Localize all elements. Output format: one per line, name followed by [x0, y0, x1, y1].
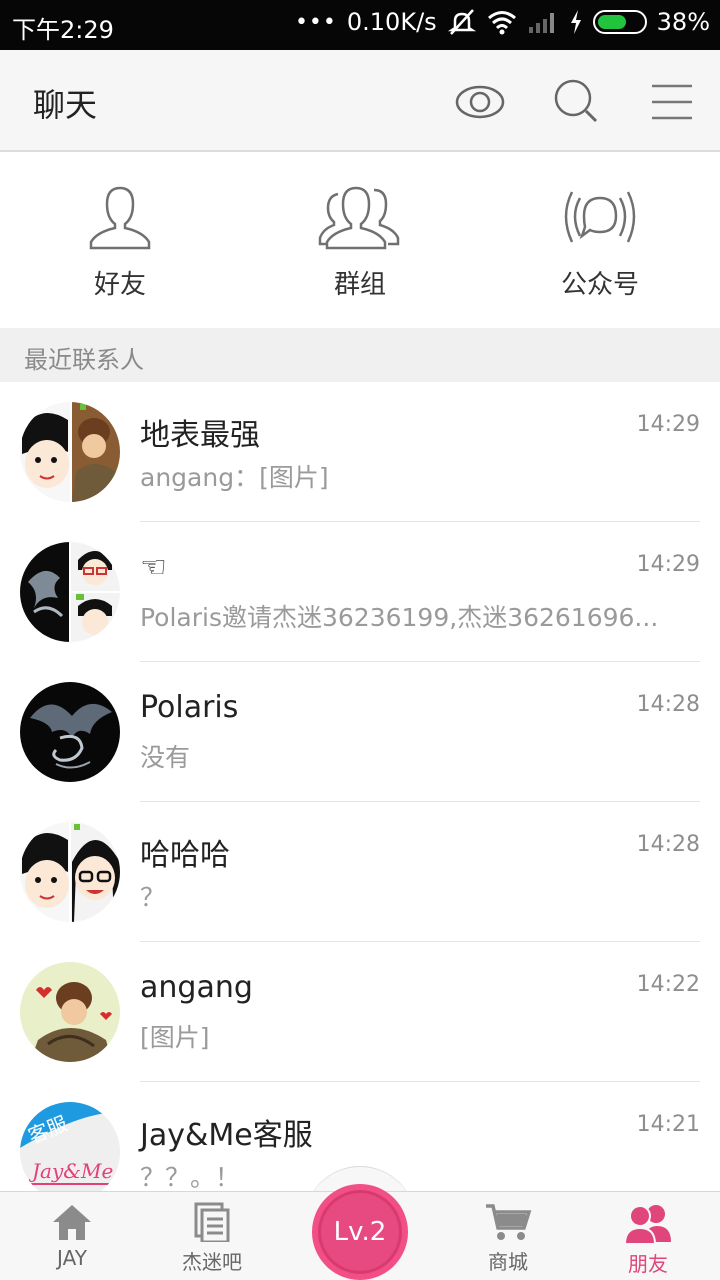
battery-percent: 38%: [656, 8, 710, 36]
conversation-row[interactable]: angang 14:22 [图片]: [0, 942, 720, 1082]
groups-entry-label: 群组: [333, 270, 386, 300]
conversation-preview: ？？。！: [140, 1163, 241, 1192]
conversation-time: 14:29: [636, 552, 700, 577]
network-speed: 0.10K/s: [346, 8, 437, 36]
recent-contacts-label: 最近联系人: [24, 346, 144, 374]
illustration-avatar-image: [20, 962, 120, 1062]
avatar: [20, 402, 120, 502]
group-avatar-image: [20, 402, 120, 502]
nav-label: 商城: [488, 1250, 528, 1274]
conversation-row[interactable]: 地表最强 14:29 angang：[图片]: [0, 382, 720, 522]
conversation-name: Polaris: [140, 690, 239, 725]
dragon-avatar-image: [20, 682, 120, 782]
conversation-row[interactable]: 哈哈哈 14:28 ？: [0, 802, 720, 942]
avatar: [20, 682, 120, 782]
conversation-time: 14:21: [636, 1112, 700, 1137]
mute-icon: [447, 9, 476, 35]
conversation-preview: ？: [140, 883, 166, 912]
avatar: [20, 542, 120, 642]
cart-icon: [486, 1204, 532, 1240]
broadcast-icon: [564, 191, 636, 243]
conversation-name: angang: [140, 970, 253, 1005]
conversation-name: ☜: [140, 550, 167, 585]
groups-entry[interactable]: 群组: [260, 182, 460, 301]
search-icon[interactable]: [546, 72, 606, 132]
eye-icon[interactable]: [450, 72, 510, 132]
avatar: 客服 Jay&Me: [20, 1102, 120, 1202]
nav-item-mall[interactable]: 商城: [436, 1202, 580, 1275]
wifi-icon: [487, 11, 516, 35]
conversation-list: 地表最强 14:29 angang：[图片] ☜ 14:29 Polaris邀请…: [0, 382, 720, 1222]
nav-label: 朋友: [628, 1252, 668, 1276]
page-title: 聊天: [33, 86, 98, 124]
conversation-row[interactable]: Polaris 14:28 没有: [0, 662, 720, 802]
nav-item-jay[interactable]: JAY: [0, 1202, 144, 1270]
status-bar: 下午2:29 ••• 0.10K/s 38%: [0, 0, 720, 50]
status-indicators: ••• 0.10K/s 38%: [295, 8, 710, 36]
app-header: 聊天: [0, 50, 720, 152]
conversation-name: 哈哈哈: [140, 838, 230, 873]
friends-entry-label: 好友: [93, 270, 146, 300]
brand-logo-text: Jay&Me: [28, 1159, 113, 1183]
quick-entries: 好友 群组 公众号: [0, 152, 720, 328]
group-icon: [318, 186, 400, 250]
official-accounts-entry-label: 公众号: [560, 270, 639, 300]
conversation-preview: angang：[图片]: [140, 463, 329, 492]
battery-icon: [592, 10, 647, 34]
conversation-time: 14:29: [636, 412, 700, 437]
cartoon-pair-avatar-image: [20, 822, 120, 922]
status-time: 下午2:29: [12, 16, 114, 44]
conversation-name: Jay&Me客服: [140, 1118, 313, 1153]
signal-icon: [528, 13, 554, 33]
group-avatar-image: [20, 542, 120, 642]
conversation-preview: [图片]: [140, 1023, 210, 1052]
nav-item-fan-forum[interactable]: 杰迷吧: [140, 1202, 284, 1275]
conversation-preview: 没有: [140, 743, 191, 772]
nav-label: 杰迷吧: [182, 1250, 242, 1274]
conversation-time: 14:22: [636, 972, 700, 997]
conversation-name: 地表最强: [140, 418, 260, 453]
avatar: [20, 962, 120, 1062]
avatar: [20, 822, 120, 922]
recent-contacts-header: 最近联系人: [0, 328, 720, 382]
official-accounts-entry[interactable]: 公众号: [500, 182, 700, 301]
friends-icon: [623, 1205, 671, 1244]
status-dots: •••: [294, 9, 337, 35]
conversation-row[interactable]: ☜ 14:29 Polaris邀请杰迷36236199,杰迷36261696..…: [0, 522, 720, 662]
charging-icon: [570, 10, 581, 34]
nav-label: JAY: [57, 1246, 87, 1270]
battery-level: [597, 15, 626, 29]
friends-entry[interactable]: 好友: [20, 182, 220, 301]
home-icon: [53, 1205, 91, 1240]
level-label: Lv.2: [333, 1217, 387, 1247]
conversation-preview: Polaris邀请杰迷36236199,杰迷36261696...: [140, 603, 659, 632]
person-icon: [89, 186, 151, 250]
service-avatar-image: 客服 Jay&Me: [20, 1102, 120, 1202]
document-icon: [194, 1202, 230, 1242]
nav-item-friends[interactable]: 朋友: [576, 1202, 720, 1277]
menu-icon[interactable]: [642, 72, 702, 132]
conversation-time: 14:28: [636, 832, 700, 857]
conversation-time: 14:28: [636, 692, 700, 717]
level-button[interactable]: Lv.2: [312, 1184, 408, 1280]
